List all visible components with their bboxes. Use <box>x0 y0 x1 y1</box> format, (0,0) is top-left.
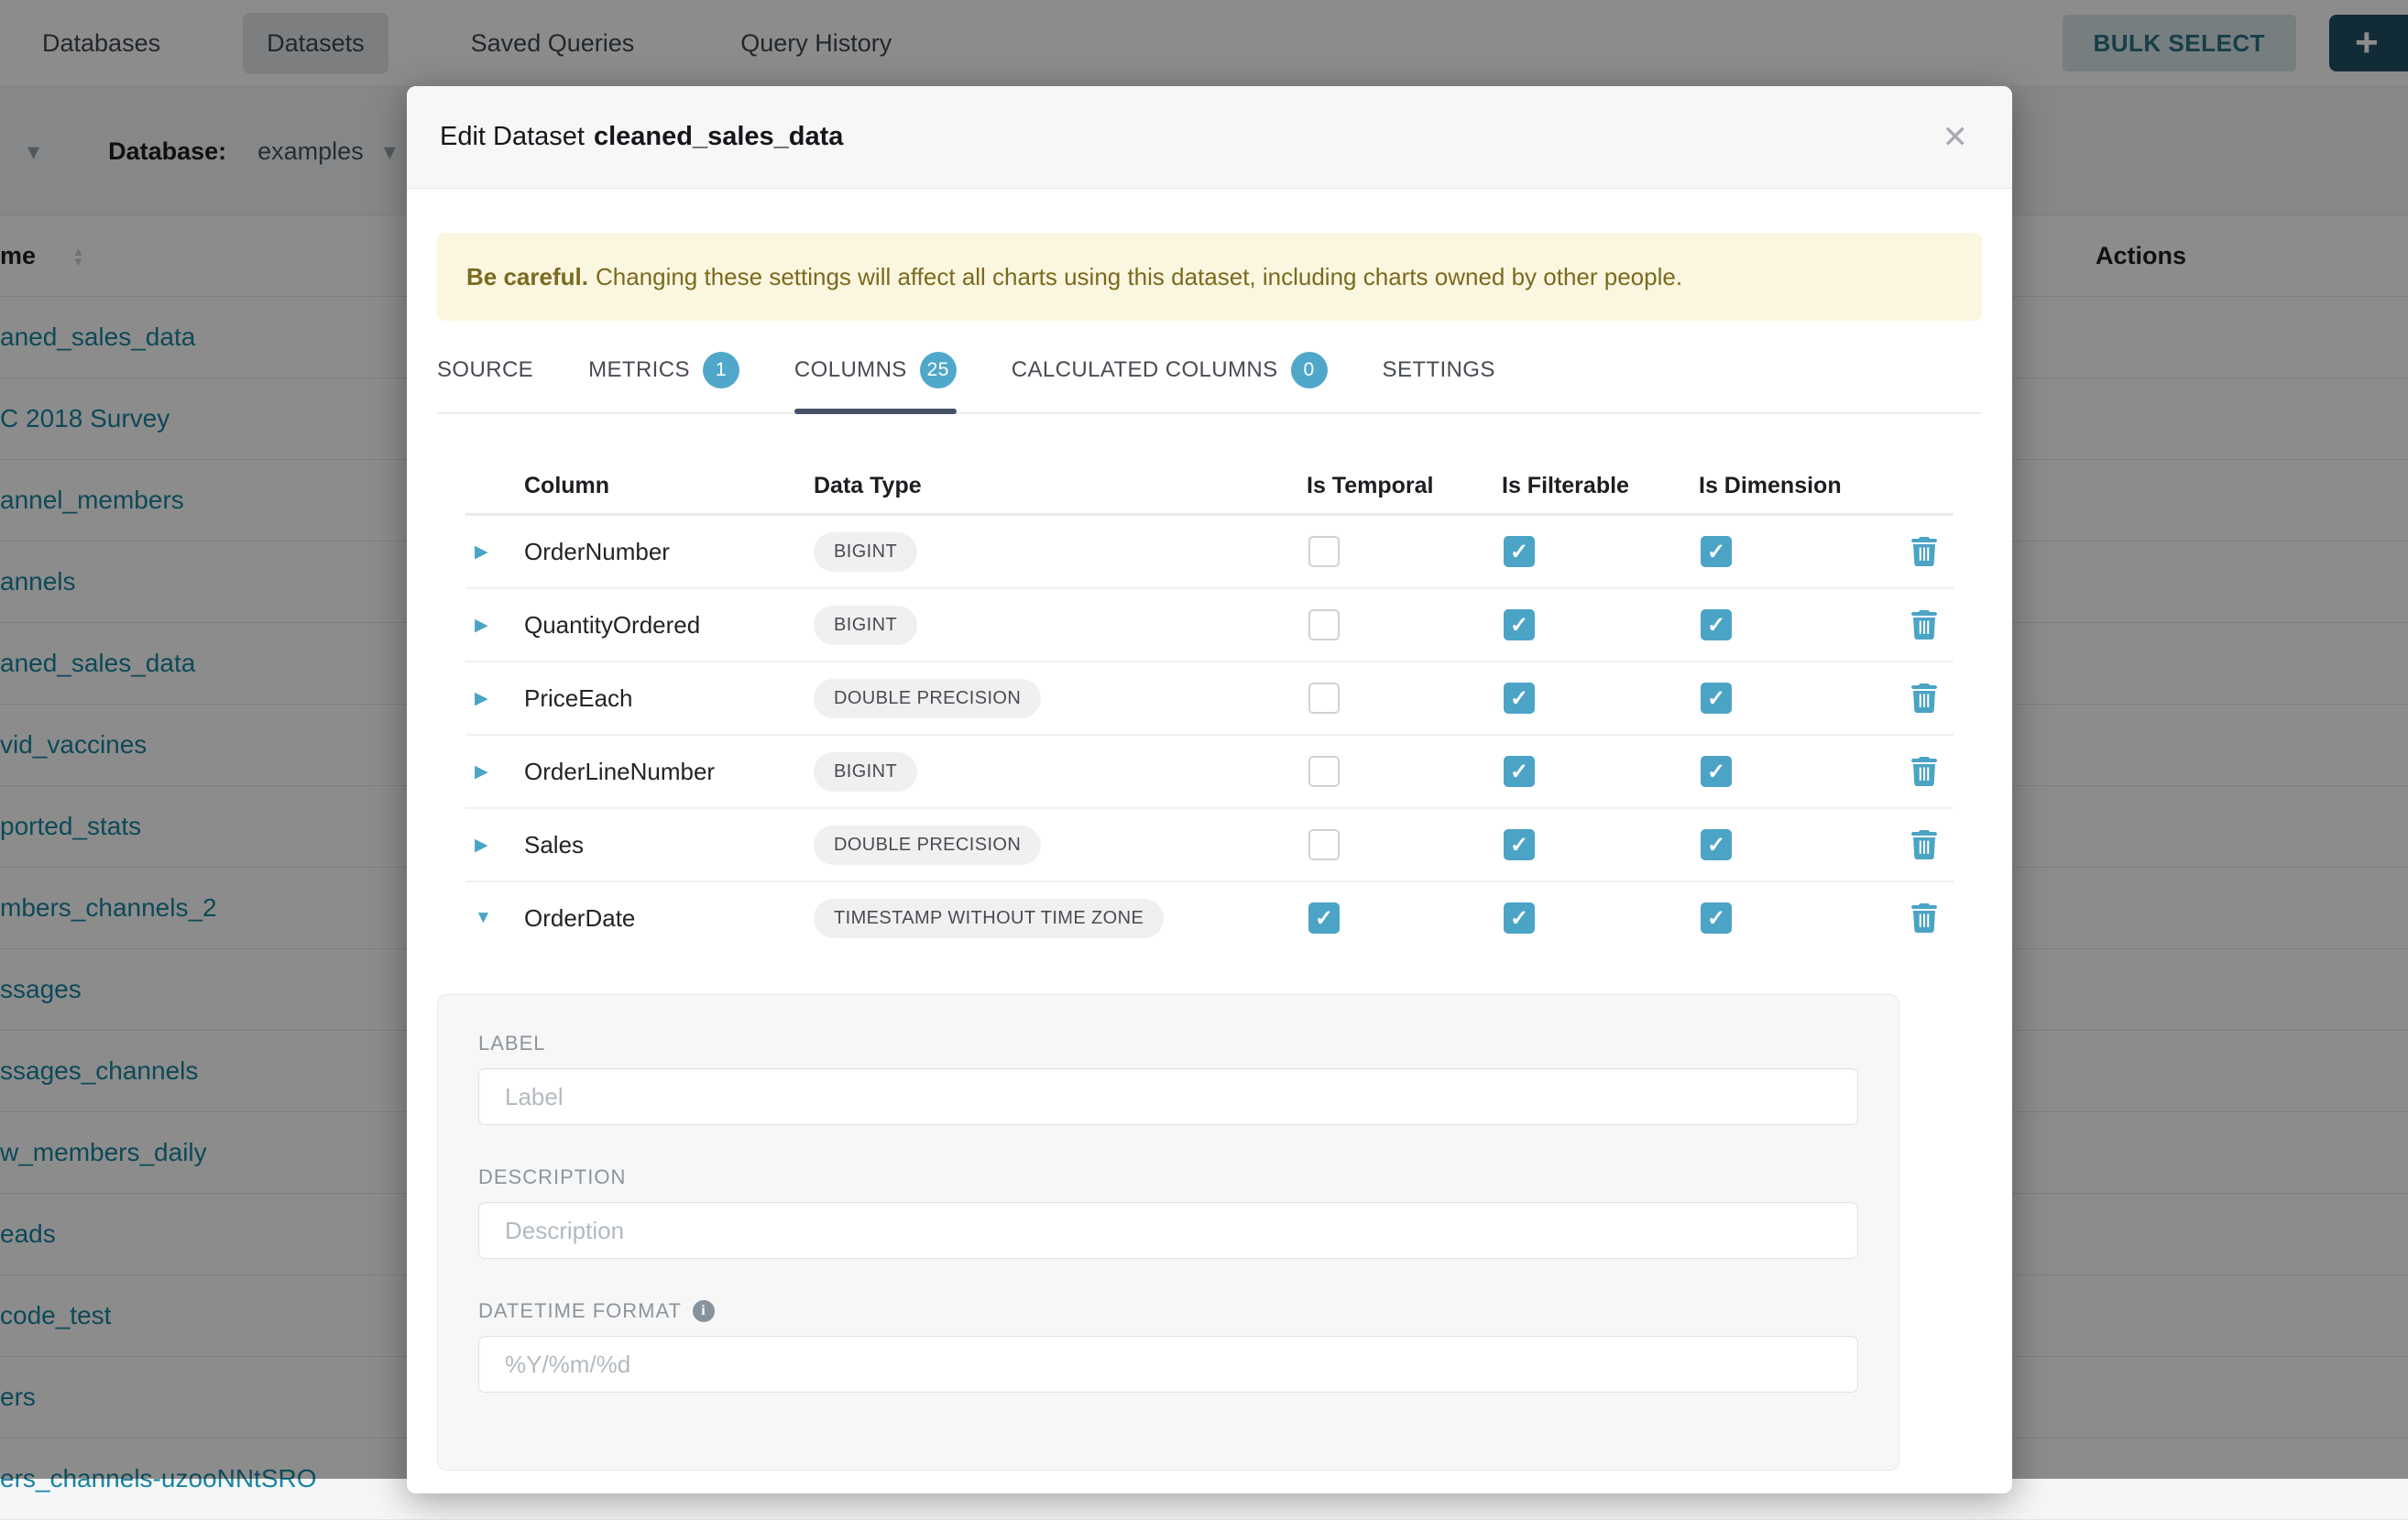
columns-table-header: Column Data Type Is Temporal Is Filterab… <box>465 458 1954 516</box>
trash-icon <box>1910 757 1938 786</box>
expand-caret-icon[interactable]: ▶ <box>465 835 524 856</box>
column-row: ▶ PriceEach DOUBLE PRECISION ✓ ✓ <box>465 662 1954 736</box>
tab-settings[interactable]: SETTINGS <box>1383 352 1495 412</box>
modal-dataset-name: cleaned_sales_data <box>594 122 843 151</box>
column-name: OrderDate <box>524 904 814 933</box>
expand-caret-icon[interactable]: ▶ <box>465 761 524 782</box>
column-name: QuantityOrdered <box>524 611 814 640</box>
trash-icon <box>1910 537 1938 566</box>
is-filterable-checkbox[interactable]: ✓ <box>1504 829 1535 860</box>
is-dimension-checkbox[interactable]: ✓ <box>1701 683 1732 714</box>
is-temporal-checkbox[interactable] <box>1308 829 1340 860</box>
tab-source-label: SOURCE <box>437 357 533 383</box>
modal-header: Edit Dataset cleaned_sales_data ✕ <box>407 86 2012 189</box>
is-filterable-checkbox[interactable]: ✓ <box>1504 683 1535 714</box>
label-input[interactable] <box>478 1068 1858 1125</box>
is-filterable-checkbox[interactable]: ✓ <box>1504 609 1535 640</box>
trash-icon <box>1910 830 1938 859</box>
column-row-expanded: ▼ OrderDate TIMESTAMP WITHOUT TIME ZONE … <box>465 882 1954 954</box>
column-editor-panel: LABEL DESCRIPTION DATETIME FORMAT i <box>437 994 1899 1471</box>
is-filterable-checkbox[interactable]: ✓ <box>1504 536 1535 567</box>
tab-settings-label: SETTINGS <box>1383 357 1495 383</box>
is-dimension-checkbox[interactable]: ✓ <box>1701 756 1732 787</box>
column-row: ▶ Sales DOUBLE PRECISION ✓ ✓ <box>465 809 1954 882</box>
tab-metrics-label: METRICS <box>588 357 690 383</box>
delete-column-button[interactable] <box>1910 830 1938 859</box>
tab-columns[interactable]: COLUMNS 25 <box>794 352 957 412</box>
delete-column-button[interactable] <box>1910 683 1938 713</box>
is-temporal-checkbox[interactable] <box>1308 756 1340 787</box>
is-dimension-checkbox[interactable]: ✓ <box>1701 829 1732 860</box>
info-icon[interactable]: i <box>693 1300 715 1322</box>
description-input[interactable] <box>478 1202 1858 1259</box>
column-name: OrderLineNumber <box>524 758 814 786</box>
modal-tabs: SOURCE METRICS 1 COLUMNS 25 CALCULATED C… <box>437 352 1982 414</box>
warning-banner: Be careful. Changing these settings will… <box>437 233 1982 321</box>
column-name: PriceEach <box>524 684 814 713</box>
data-type-pill: BIGINT <box>814 752 917 792</box>
modal-title: Edit Dataset cleaned_sales_data <box>440 122 843 152</box>
datetime-format-title-text: DATETIME FORMAT <box>478 1299 682 1323</box>
is-filterable-header: Is Filterable <box>1502 473 1699 499</box>
edit-dataset-modal: Edit Dataset cleaned_sales_data ✕ Be care… <box>407 86 2012 1493</box>
column-name: OrderNumber <box>524 538 814 566</box>
label-field-group: LABEL <box>478 1032 1858 1125</box>
close-icon[interactable]: ✕ <box>1943 122 1969 153</box>
warning-bold-text: Be careful. <box>466 263 588 291</box>
collapse-caret-icon[interactable]: ▼ <box>465 908 524 928</box>
description-field-group: DESCRIPTION <box>478 1165 1858 1259</box>
label-field-title: LABEL <box>478 1032 1858 1055</box>
description-field-title: DESCRIPTION <box>478 1165 1858 1189</box>
is-temporal-checkbox[interactable]: ✓ <box>1308 902 1340 934</box>
warning-text: Changing these settings will affect all … <box>596 263 1682 291</box>
tab-calculated-columns[interactable]: CALCULATED COLUMNS 0 <box>1012 352 1328 412</box>
delete-column-button[interactable] <box>1910 610 1938 640</box>
is-filterable-checkbox[interactable]: ✓ <box>1504 756 1535 787</box>
expand-caret-icon[interactable]: ▶ <box>465 615 524 636</box>
is-filterable-checkbox[interactable]: ✓ <box>1504 902 1535 934</box>
datetime-format-field-group: DATETIME FORMAT i <box>478 1299 1858 1393</box>
tab-calculated-columns-label: CALCULATED COLUMNS <box>1012 357 1278 383</box>
columns-count-badge: 25 <box>920 352 957 388</box>
data-type-pill: BIGINT <box>814 532 917 572</box>
trash-icon <box>1910 610 1938 640</box>
datetime-format-field-title: DATETIME FORMAT i <box>478 1299 1858 1323</box>
data-type-pill: DOUBLE PRECISION <box>814 826 1041 865</box>
column-row: ▶ OrderNumber BIGINT ✓ ✓ <box>465 516 1954 589</box>
modal-title-prefix: Edit Dataset <box>440 122 585 151</box>
column-header: Column <box>524 473 814 499</box>
is-dimension-checkbox[interactable]: ✓ <box>1701 609 1732 640</box>
delete-column-button[interactable] <box>1910 537 1938 566</box>
metrics-count-badge: 1 <box>703 352 739 388</box>
data-type-pill: BIGINT <box>814 606 917 645</box>
data-type-pill: DOUBLE PRECISION <box>814 679 1041 718</box>
expand-caret-icon[interactable]: ▶ <box>465 688 524 709</box>
calculated-columns-count-badge: 0 <box>1291 352 1328 388</box>
tab-columns-label: COLUMNS <box>794 357 907 383</box>
is-temporal-checkbox[interactable] <box>1308 609 1340 640</box>
data-type-header: Data Type <box>814 473 1307 499</box>
is-dimension-checkbox[interactable]: ✓ <box>1701 902 1732 934</box>
tab-source[interactable]: SOURCE <box>437 352 533 412</box>
delete-column-button[interactable] <box>1910 903 1938 933</box>
is-dimension-checkbox[interactable]: ✓ <box>1701 536 1732 567</box>
column-name: Sales <box>524 831 814 859</box>
trash-icon <box>1910 683 1938 713</box>
expand-caret-icon[interactable]: ▶ <box>465 541 524 563</box>
is-temporal-header: Is Temporal <box>1307 473 1502 499</box>
columns-table: Column Data Type Is Temporal Is Filterab… <box>465 458 1954 954</box>
datetime-format-input[interactable] <box>478 1336 1858 1393</box>
column-row: ▶ QuantityOrdered BIGINT ✓ ✓ <box>465 589 1954 662</box>
tab-metrics[interactable]: METRICS 1 <box>588 352 739 412</box>
modal-body: Be careful. Changing these settings will… <box>407 189 2012 1471</box>
delete-column-button[interactable] <box>1910 757 1938 786</box>
data-type-pill: TIMESTAMP WITHOUT TIME ZONE <box>814 899 1164 938</box>
column-row: ▶ OrderLineNumber BIGINT ✓ ✓ <box>465 736 1954 809</box>
trash-icon <box>1910 903 1938 933</box>
is-dimension-header: Is Dimension <box>1699 473 1894 499</box>
is-temporal-checkbox[interactable] <box>1308 683 1340 714</box>
is-temporal-checkbox[interactable] <box>1308 536 1340 567</box>
